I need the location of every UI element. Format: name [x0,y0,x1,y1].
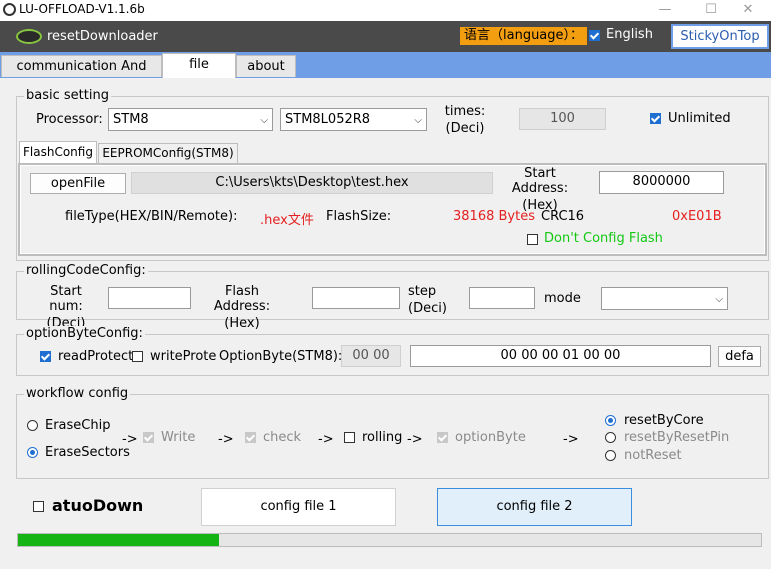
flashsize-label: FlashSize: [326,209,392,224]
optionbyte-checkbox[interactable] [437,432,448,443]
start-address-input[interactable]: 8000000 [599,171,724,194]
option-byte-input[interactable]: 00 00 00 01 00 00 [410,345,711,367]
tab-about-us[interactable]: about us [236,55,296,96]
app-logo-icon [3,3,16,16]
write-label: Write [161,430,196,445]
dont-config-flash-checkbox[interactable] [527,234,538,245]
window-title: LU-OFFLOAD-V1.1.6b [19,2,145,16]
crc-label: CRC16 [541,209,585,224]
flashsize-value: 38168 Bytes [453,209,535,224]
auto-down-label: atuoDown [52,496,144,515]
auto-down-checkbox[interactable] [33,501,44,512]
english-checkbox[interactable] [589,30,600,41]
step-line2: (Deci) [408,301,447,316]
flash-address-input[interactable] [312,287,400,309]
option-byte-legend: optionByteConfig: [24,326,145,341]
dont-config-flash-label: Don't Config Flash [544,231,663,246]
reset-by-pin-label: resetByResetPin [624,430,730,445]
tab-file-setting[interactable]: file setting [162,53,236,94]
rolling-label: rolling [362,430,403,445]
open-file-button[interactable]: openFile [30,173,126,194]
reset-by-pin-radio[interactable] [605,432,616,443]
unlimited-label: Unlimited [668,111,731,126]
g-logo-icon [16,29,42,44]
rolling-code-legend: rollingCodeConfig: [24,263,148,278]
close-button[interactable]: ✕ [725,0,771,21]
step-label: step (Deci) [408,284,447,316]
write-checkbox[interactable] [143,432,154,443]
chip-value: STM8L052R8 [285,112,371,127]
step-line1: step [408,284,437,299]
chevron-down-icon: ⌵ [715,294,723,305]
subtab-eeprom-config[interactable]: EEPROMConfig(STM8) [98,143,238,163]
erase-sectors-radio[interactable] [27,447,38,458]
progress-bar [17,533,762,547]
write-protect-checkbox[interactable] [132,351,143,362]
option-byte-label: OptionByte(STM8): [219,349,343,364]
crc-value: 0xE01B [672,209,722,224]
start-num-label: Start num: (Deci) [34,284,98,331]
flash-address-line2: (Hex) [224,316,260,331]
times-input[interactable]: 100 [519,108,606,130]
reset-by-core-radio[interactable] [605,415,616,426]
check-label: check [263,430,302,445]
processor-select[interactable]: STM8 ⌵ [108,108,273,131]
times-label-line1: times: [444,104,486,119]
progress-fill [18,534,219,546]
not-reset-radio[interactable] [605,450,616,461]
english-label: English [606,27,653,42]
start-address-line1: Start Address: [511,166,569,196]
unlimited-checkbox[interactable] [650,113,661,124]
file-path-field: C:\Users\kts\Desktop\test.hex [131,172,493,194]
chevron-down-icon: ⌵ [260,115,268,126]
mode-select[interactable]: ⌵ [601,287,728,310]
arrow-4: -> [407,432,423,447]
times-label: times: (Deci) [444,104,486,136]
check-checkbox[interactable] [245,432,256,443]
optionbyte-label: optionByte [455,430,526,445]
not-reset-label: notReset [624,448,682,463]
flash-address-line1: Flash Address: [213,284,271,314]
language-label: 语言（language）： [460,27,588,45]
erase-sectors-label: EraseSectors [45,445,130,460]
start-num-input[interactable] [108,287,191,309]
rolling-checkbox[interactable] [344,432,355,443]
flash-address-label: Flash Address: (Hex) [197,284,287,331]
minimize-button[interactable]: — [642,0,688,21]
read-protect-checkbox[interactable] [40,351,51,362]
arrow-1: -> [122,432,138,447]
title-bar: LU-OFFLOAD-V1.1.6b — ☐ ✕ [0,0,771,21]
start-address-label: Start Address: (Hex) [496,166,584,213]
processor-label: Processor: [36,112,103,127]
write-protect-label: writeProtec [150,349,216,364]
start-num-line1: Start num: [49,284,83,314]
filetype-value: .hex文件 [260,213,314,228]
arrow-3: -> [318,432,334,447]
step-input[interactable] [469,287,535,309]
app-header: resetDownloader 语言（language）： English St… [0,21,771,52]
config-file-2-button[interactable]: config file 2 [437,488,632,526]
chevron-down-icon: ⌵ [414,115,422,126]
subtab-flash-config[interactable]: FlashConfig [19,141,97,163]
arrow-5: -> [563,432,579,447]
erase-chip-label: EraseChip [45,418,111,433]
tab-communication[interactable]: communication And status [1,55,162,96]
workflow-legend: workflow config [24,386,131,401]
reset-by-core-label: resetByCore [624,413,704,428]
config-file-1-button[interactable]: config file 1 [201,488,396,526]
basic-setting-legend: basic setting [24,88,111,103]
read-protect-label: readProtect [58,349,134,364]
sticky-on-top-button[interactable]: StickyOnTop [671,24,769,49]
arrow-2: -> [218,432,234,447]
erase-chip-radio[interactable] [27,420,38,431]
chip-select[interactable]: STM8L052R8 ⌵ [280,108,427,131]
default-button[interactable]: defa [718,346,761,367]
times-label-line2: (Deci) [445,121,485,136]
filetype-label: fileType(HEX/BIN/Remote): [65,209,238,224]
option-byte-small-input[interactable]: 00 00 [341,345,401,367]
mode-label: mode [544,291,581,306]
app-name: resetDownloader [47,29,158,44]
processor-value: STM8 [113,112,149,127]
